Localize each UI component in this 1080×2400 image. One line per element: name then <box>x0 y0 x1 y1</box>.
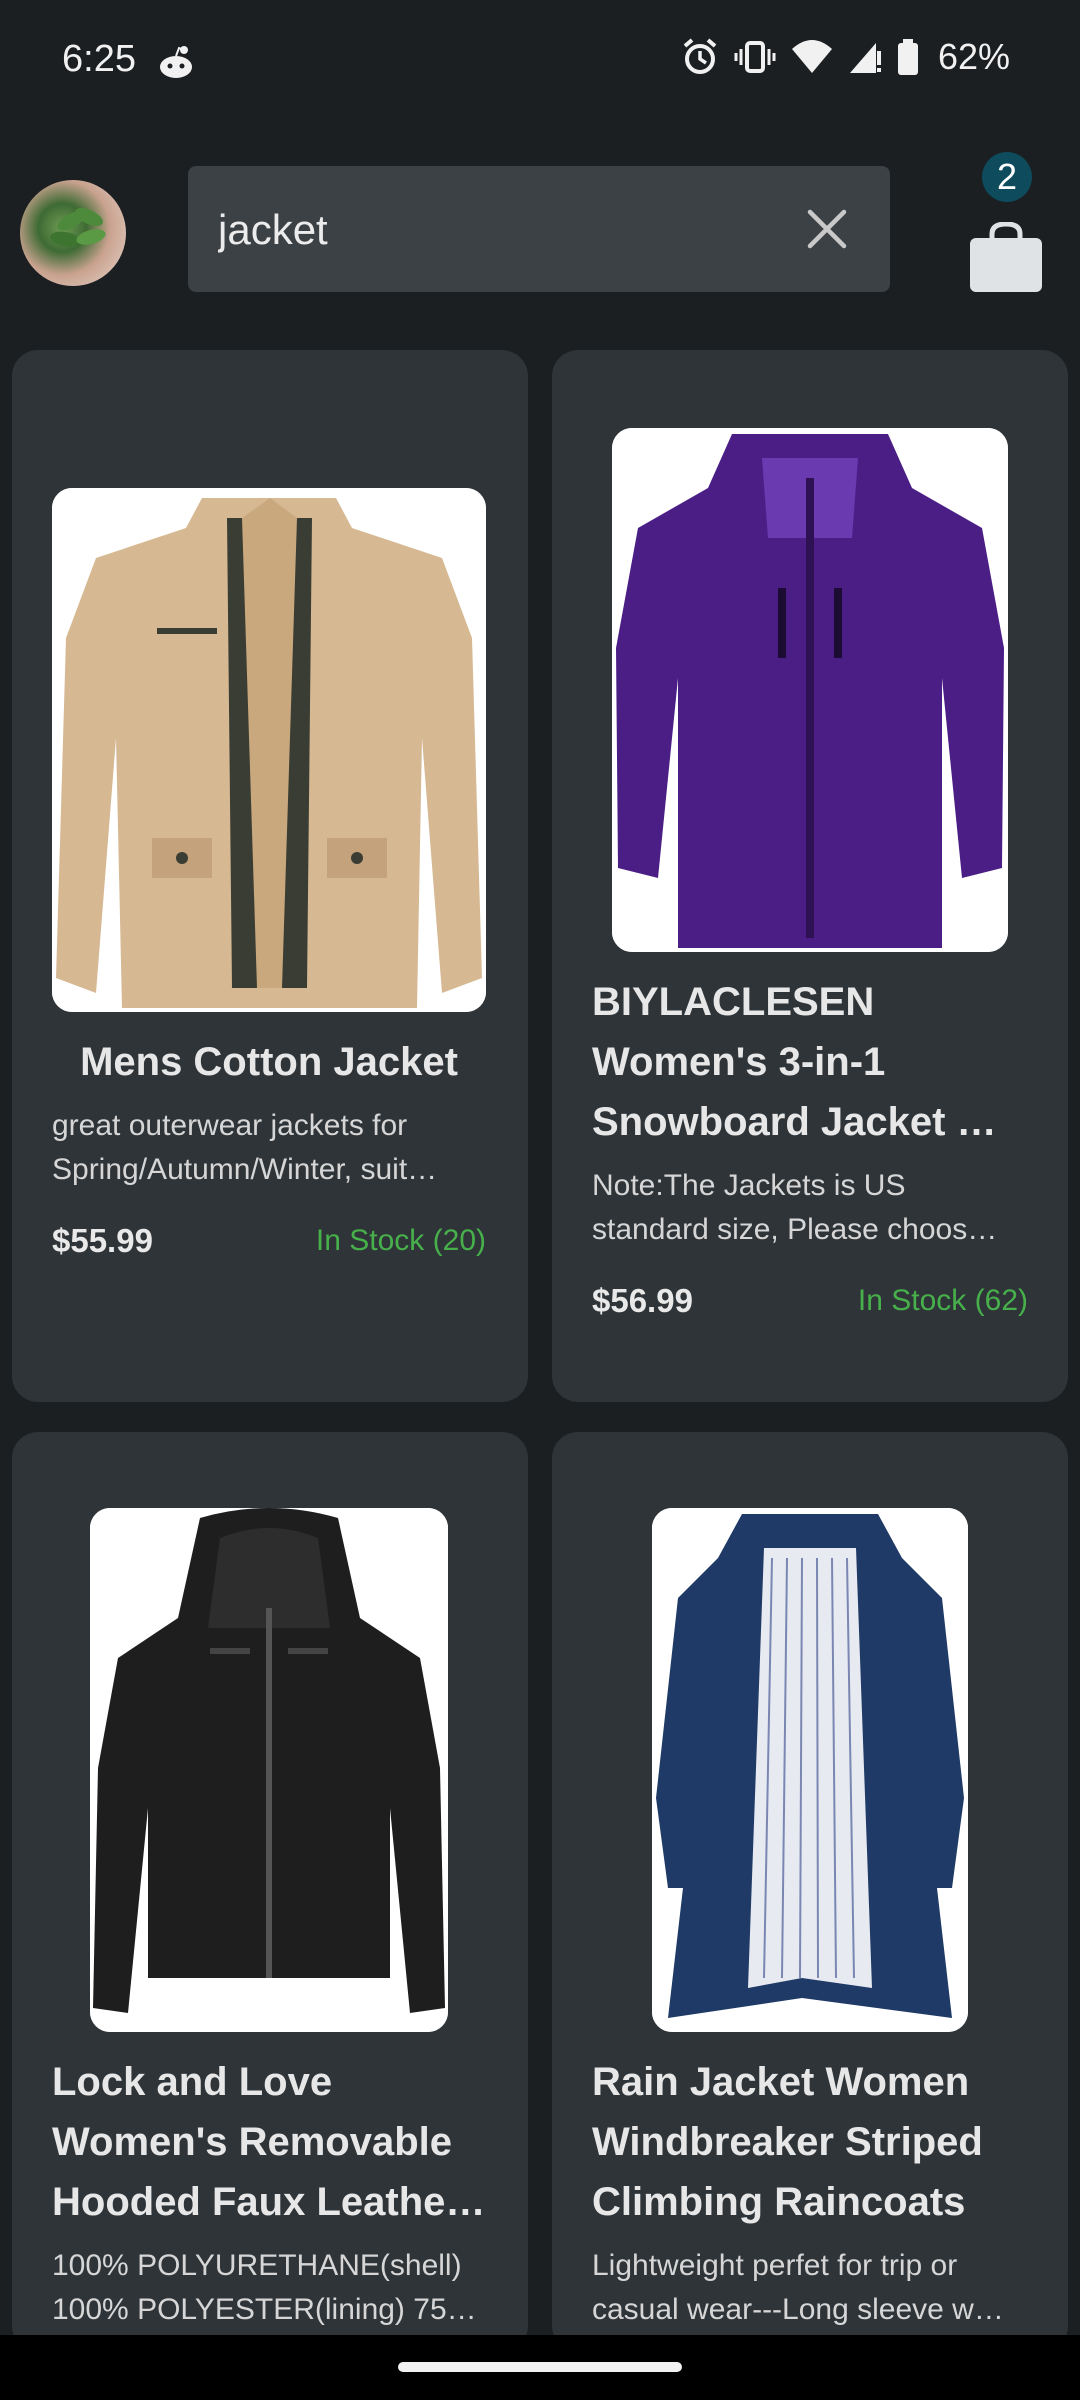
search-bar <box>188 166 890 294</box>
jacket-image <box>612 428 1008 952</box>
product-title: Mens Cotton Jacket <box>80 1040 458 1084</box>
close-icon[interactable] <box>804 206 850 252</box>
product-description: Lightweight perfet for trip or casual we… <box>592 2249 1004 2326</box>
product-description: Note:The Jackets is US standard size, Pl… <box>592 1169 998 1246</box>
user-avatar[interactable] <box>20 180 126 286</box>
product-price: $55.99 <box>52 1222 153 1259</box>
product-card[interactable]: Mens Cotton Jacket great outerwear jacke… <box>12 350 528 1402</box>
cart-count-badge: 2 <box>982 152 1032 202</box>
product-title: BIYLACLESEN Women's 3-in-1 Snowboard Jac… <box>592 980 997 1144</box>
cart-button[interactable]: 2 <box>968 152 1048 292</box>
status-time: 6:25 <box>62 38 136 80</box>
wifi-icon <box>791 40 832 73</box>
product-card[interactable]: BIYLACLESEN Women's 3-in-1 Snowboard Jac… <box>552 350 1068 1402</box>
jacket-image <box>90 1508 448 2032</box>
stock-status: In Stock (20) <box>315 1224 486 1257</box>
alarm-icon <box>683 38 717 74</box>
product-image <box>90 1508 448 2032</box>
product-title: Rain Jacket Women Windbreaker Striped Cl… <box>592 2060 983 2224</box>
search-input[interactable] <box>216 166 780 294</box>
shopping-bag-icon <box>970 222 1042 292</box>
top-app-bar: 2 <box>0 130 1080 340</box>
jacket-image <box>652 1508 968 2032</box>
stock-status: In Stock (62) <box>857 1284 1028 1317</box>
product-card[interactable]: Lock and Love Women's Removable Hooded F… <box>12 1432 528 2352</box>
status-icons: 62% <box>680 36 1010 78</box>
product-image <box>612 428 1008 952</box>
vibrate-icon <box>734 41 776 73</box>
product-description: great outerwear jackets for Spring/Autum… <box>52 1109 438 1186</box>
reddit-notification-icon <box>160 46 192 78</box>
home-indicator[interactable] <box>398 2362 682 2372</box>
product-price: $56.99 <box>592 1282 693 1319</box>
avatar-leaf <box>72 204 106 230</box>
battery-percentage: 62% <box>937 36 1010 77</box>
product-title: Lock and Love Women's Removable Hooded F… <box>52 2060 486 2224</box>
jacket-image <box>52 488 486 1012</box>
product-image <box>52 488 486 1012</box>
product-card[interactable]: Rain Jacket Women Windbreaker Striped Cl… <box>552 1432 1068 2352</box>
status-bar: 6:25 62% <box>0 0 1080 130</box>
avatar-leaf <box>74 226 108 248</box>
product-description: 100% POLYURETHANE(shell) 100% POLYESTER(… <box>52 2249 477 2326</box>
battery-icon <box>897 39 918 75</box>
cell-signal-icon <box>849 43 881 73</box>
product-image <box>652 1508 968 2032</box>
